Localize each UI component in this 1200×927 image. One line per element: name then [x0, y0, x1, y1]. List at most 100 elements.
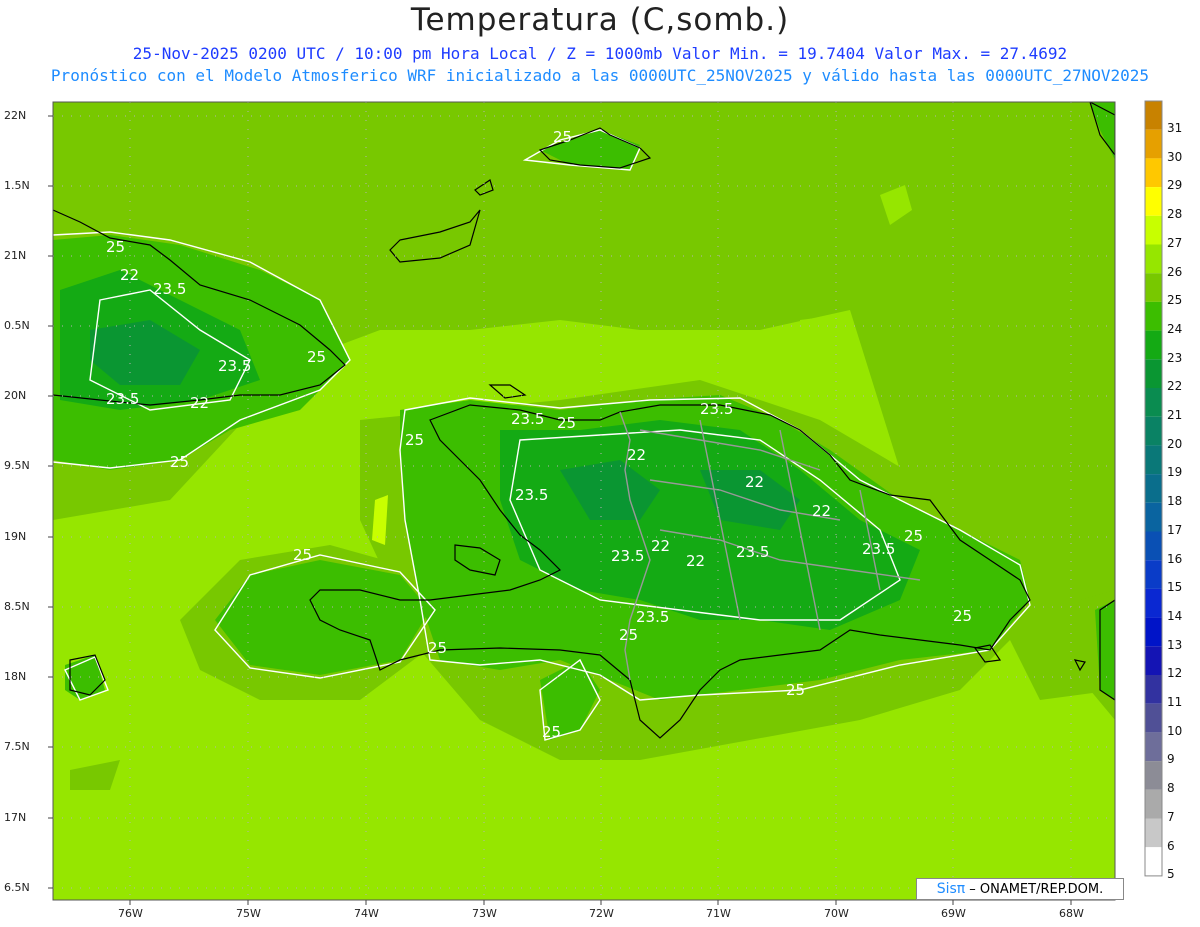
contour-label: 25 [170, 453, 189, 471]
colorbar-swatch [1145, 646, 1162, 675]
colorbar [1144, 100, 1163, 877]
colorbar-swatch [1145, 158, 1162, 188]
contour-label: 23.5 [511, 410, 544, 428]
colorbar-swatch [1145, 474, 1162, 503]
colorbar-swatch [1145, 531, 1162, 561]
contour-label: 22 [627, 446, 646, 464]
colorbar-label: 23 [1167, 350, 1183, 365]
contour-label: 22 [190, 394, 209, 412]
lat-label: 18N [4, 670, 27, 683]
lat-label: 1.5N [4, 179, 30, 192]
colorbar-label: 27 [1167, 235, 1183, 250]
colorbar-swatch [1145, 244, 1162, 274]
contour-label: 23.5 [218, 357, 251, 375]
contour-label: 25 [557, 414, 576, 432]
lon-label: 71W [706, 907, 731, 920]
lat-label: 7.5N [4, 740, 30, 753]
contour-label: 25 [293, 546, 312, 564]
colorbar-swatch [1145, 675, 1162, 704]
lon-label: 73W [472, 907, 497, 920]
colorbar-swatch [1145, 187, 1162, 216]
sispi-logo: Sisπ [936, 881, 966, 897]
contour-label: 22 [120, 266, 139, 284]
contour-label: 23.5 [862, 540, 895, 558]
colorbar-swatch [1145, 617, 1162, 647]
colorbar-label: 10 [1167, 723, 1183, 738]
contour-label: 22 [745, 473, 764, 491]
colorbar-swatch [1145, 560, 1162, 589]
lat-label: 6.5N [4, 881, 30, 894]
lat-label: 19N [4, 530, 27, 543]
colorbar-swatch [1145, 847, 1162, 876]
lon-label: 70W [824, 907, 849, 920]
shaded-field: 25 25 22 23.5 23.5 25 23.5 22 25 25 23.5… [53, 102, 1115, 900]
credit-box: Sisπ – ONAMET/REP.DOM. [916, 878, 1124, 900]
colorbar-swatch [1145, 330, 1162, 360]
colorbar-label: 18 [1167, 494, 1183, 509]
colorbar-swatch [1145, 588, 1162, 618]
lat-label: 22N [4, 109, 27, 122]
colorbar-label: 11 [1167, 695, 1183, 709]
colorbar-label: 17 [1167, 522, 1183, 537]
colorbar-label: 9 [1167, 752, 1175, 767]
contour-label: 25 [428, 639, 447, 657]
colorbar-label: 16 [1167, 551, 1183, 566]
contour-label: 25 [619, 626, 638, 644]
contour-label: 23.5 [106, 390, 139, 408]
colorbar-label: 21 [1167, 408, 1183, 422]
lat-label: 17N [4, 811, 27, 824]
colorbar-label: 6 [1167, 838, 1175, 853]
contour-label: 23.5 [736, 543, 769, 561]
colorbar-swatch [1145, 273, 1162, 302]
colorbar-swatch [1145, 818, 1162, 848]
colorbar-swatch [1145, 215, 1162, 245]
colorbar-swatch [1145, 445, 1162, 475]
colorbar-swatch [1145, 703, 1162, 733]
colorbar-label: 20 [1167, 436, 1183, 451]
colorbar-label: 22 [1167, 379, 1183, 394]
colorbar-label: 13 [1167, 637, 1183, 652]
lon-label: 69W [941, 907, 966, 920]
lat-label: 9.5N [4, 459, 30, 472]
colorbar-label: 14 [1167, 608, 1183, 623]
lat-label: 0.5N [4, 319, 30, 332]
colorbar-swatch [1145, 301, 1162, 331]
lon-label: 74W [354, 907, 379, 920]
contour-label: 25 [953, 607, 972, 625]
lat-label: 21N [4, 249, 27, 262]
colorbar-label: 12 [1167, 666, 1183, 681]
colorbar-swatch [1145, 789, 1162, 819]
contour-label: 25 [405, 431, 424, 449]
contour-label: 23.5 [611, 547, 644, 565]
colorbar-label: 5 [1167, 867, 1175, 882]
contour-label: 23.5 [153, 280, 186, 298]
colorbar-label: 28 [1167, 207, 1183, 222]
lat-label: 8.5N [4, 600, 30, 613]
lon-label: 68W [1059, 907, 1084, 920]
colorbar-label: 19 [1167, 465, 1183, 480]
contour-label: 22 [812, 502, 831, 520]
colorbar-swatch [1145, 732, 1162, 762]
contour-label: 23.5 [700, 400, 733, 418]
colorbar-swatch [1145, 761, 1162, 790]
contour-label: 25 [786, 681, 805, 699]
lon-label: 76W [118, 907, 143, 920]
contour-label: 23.5 [636, 608, 669, 626]
contour-label: 25 [904, 527, 923, 545]
contour-label: 22 [651, 537, 670, 555]
lon-label: 75W [236, 907, 261, 920]
colorbar-swatch [1145, 502, 1162, 532]
colorbar-swatch [1145, 101, 1162, 130]
contour-label: 25 [553, 128, 572, 146]
colorbar-label: 29 [1167, 178, 1183, 193]
colorbar-label: 30 [1167, 149, 1183, 164]
colorbar-label: 26 [1167, 264, 1183, 279]
temperature-map: 25 25 22 23.5 23.5 25 23.5 22 25 25 23.5… [48, 100, 1163, 905]
colorbar-label: 24 [1167, 321, 1183, 336]
credit-text: – ONAMET/REP.DOM. [969, 881, 1104, 897]
contour-label: 23.5 [515, 486, 548, 504]
colorbar-label: 15 [1167, 580, 1183, 595]
colorbar-label: 25 [1167, 293, 1183, 308]
colorbar-label: 7 [1167, 809, 1175, 824]
lon-label: 72W [589, 907, 614, 920]
